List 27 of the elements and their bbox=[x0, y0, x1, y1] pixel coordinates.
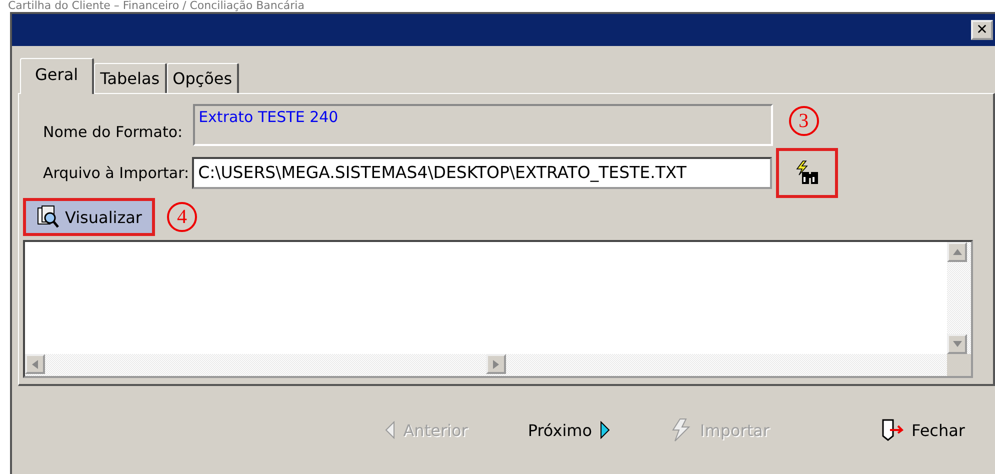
scroll-left-icon[interactable] bbox=[25, 354, 45, 374]
scrollbar-corner bbox=[947, 354, 971, 376]
scroll-right-icon[interactable] bbox=[486, 354, 506, 374]
browse-button[interactable] bbox=[776, 148, 838, 198]
input-field[interactable]: C:\USERS\MEGA.SISTEMAS4\DESKTOP\EXTRATO_TESTE.TXT bbox=[192, 157, 772, 189]
scroll-down-icon[interactable] bbox=[947, 334, 967, 354]
right-arrow-icon bbox=[600, 421, 610, 439]
exit-door-icon bbox=[880, 418, 904, 442]
annotation-number: 3 bbox=[788, 106, 819, 136]
tab[interactable]: Tabelas bbox=[94, 63, 167, 93]
field-label: Nome do Formato: bbox=[43, 123, 183, 141]
left-arrow-icon bbox=[385, 421, 396, 439]
vertical-scrollbar[interactable] bbox=[947, 242, 971, 354]
horizontal-scrollbar[interactable] bbox=[25, 354, 971, 376]
preview-button[interactable]: Visualizar bbox=[23, 198, 155, 236]
tab[interactable]: Opções bbox=[166, 63, 240, 93]
scroll-up-icon[interactable] bbox=[947, 242, 967, 262]
annotation-number: 4 bbox=[167, 202, 197, 232]
lightning-icon bbox=[670, 418, 692, 442]
magnifier-document-icon bbox=[36, 205, 60, 229]
preview-text-area[interactable] bbox=[23, 240, 973, 378]
close-button[interactable]: Fechar bbox=[880, 418, 965, 442]
next-button[interactable]: Próximo bbox=[528, 420, 610, 440]
page-caption: Cartilha do Cliente – Financeiro / Conciliação Bancária bbox=[7, 0, 306, 12]
field-label: Arquivo à Importar: bbox=[43, 164, 190, 182]
tab[interactable]: Geral bbox=[20, 58, 94, 94]
close-button[interactable]: ✕ bbox=[971, 20, 993, 40]
